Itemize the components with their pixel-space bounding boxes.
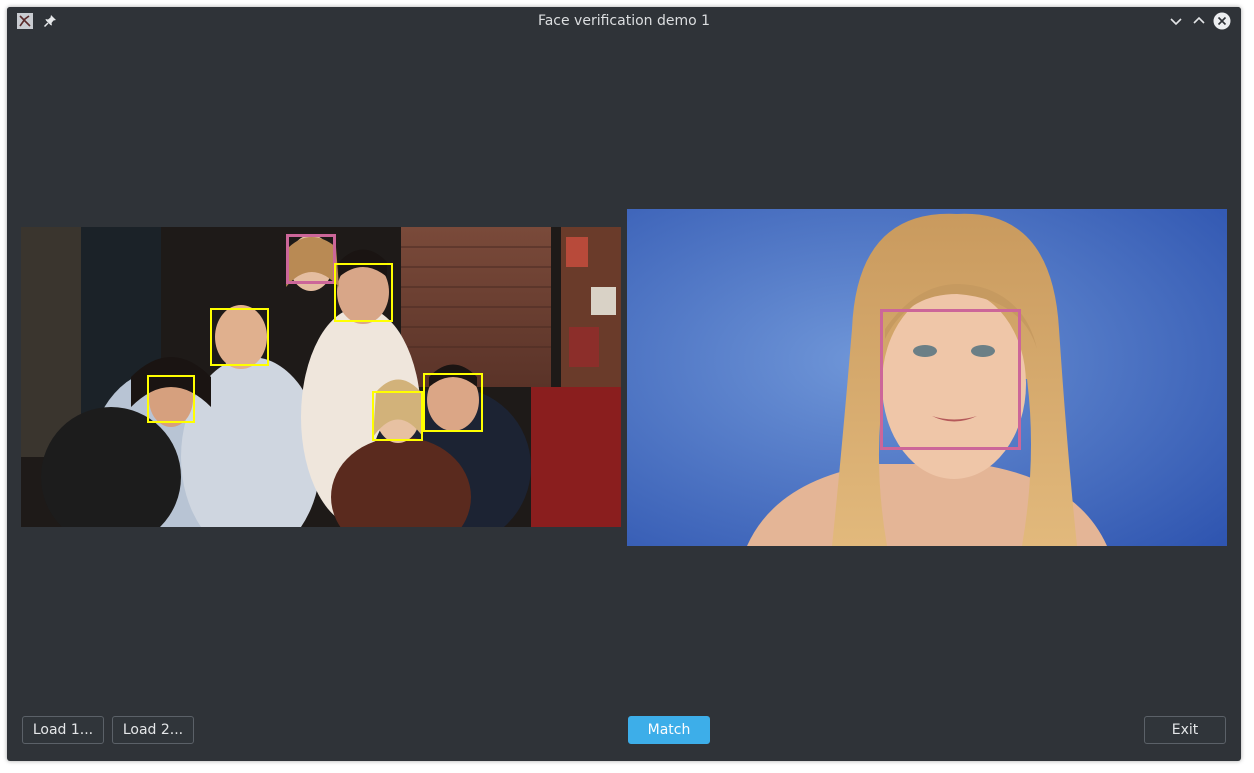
group-photo [21,227,621,527]
exit-button[interactable]: Exit [1144,716,1226,744]
face-box [423,373,483,432]
face-box [334,263,393,322]
match-button[interactable]: Match [628,716,710,744]
face-box [147,375,195,423]
load-1-button[interactable]: Load 1... [22,716,104,744]
matched-face-box [880,309,1021,450]
window-title: Face verification demo 1 [537,13,711,29]
maximize-icon[interactable] [1190,12,1208,30]
face-box [372,391,423,441]
titlebar: Face verification demo 1 [7,7,1241,35]
load-2-button[interactable]: Load 2... [112,716,194,744]
face-box [210,308,269,366]
close-icon[interactable] [1213,12,1231,30]
matched-face-box [286,234,336,284]
portrait-photo [627,209,1227,546]
app-window: Face verification demo 1 Load 1... Load … [7,7,1241,761]
minimize-icon[interactable] [1167,12,1185,30]
